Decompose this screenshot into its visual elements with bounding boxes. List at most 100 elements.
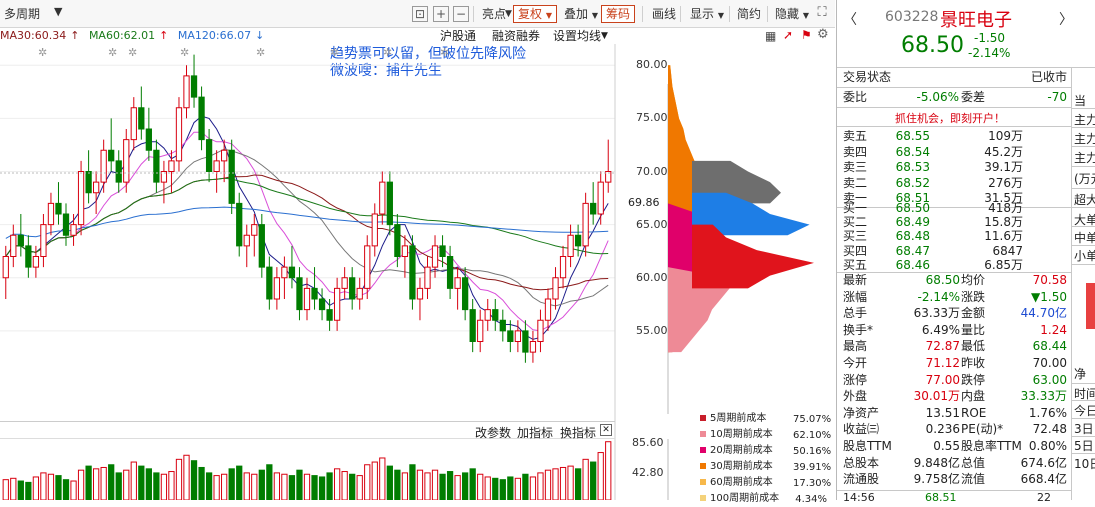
candle-down [115, 160, 122, 183]
fullscreen-icon[interactable]: ⛶ [814, 6, 830, 22]
change-params-button[interactable]: 改参数 [475, 424, 511, 441]
volume-bar [213, 475, 220, 500]
candle-up [123, 139, 130, 183]
cost-legend-item: 60周期前成本 [700, 475, 773, 491]
close-indicator-icon[interactable]: ✕ [600, 424, 612, 436]
quote-row: 涨停 77.00 跌停 63.00 [837, 373, 1071, 389]
hide-label: 隐藏 [775, 7, 800, 21]
simple-button[interactable]: 简约 [733, 5, 765, 23]
volume-bar [394, 469, 401, 500]
buy-order-volume: 6847 [992, 243, 1023, 258]
candle-up [416, 287, 424, 300]
switch-indicator-button[interactable]: 换指标 [560, 424, 596, 441]
volume-bar [273, 472, 281, 500]
candle-down [145, 128, 152, 151]
flag-icon[interactable]: ➚ [783, 28, 793, 42]
volume-bar [153, 472, 160, 500]
cost-legend-swatch [700, 415, 706, 421]
cost-legend-label: 60周期前成本 [710, 477, 773, 488]
quote-value-right: 70.58 [1032, 273, 1067, 287]
display-button[interactable]: 显示 ▼ [686, 5, 728, 23]
chip-axis-label: 60.00 [636, 270, 668, 284]
zoom-in-icon[interactable]: + [433, 6, 449, 22]
candle-up [477, 319, 484, 342]
quote-value-left: 9.758亿 [913, 472, 960, 487]
volume-bar [341, 471, 348, 500]
cost-legend-swatch [700, 431, 706, 437]
quote-row: 今开 71.12 昨收 70.00 [837, 356, 1071, 372]
zoom-out-icon[interactable]: − [453, 6, 469, 22]
candle-up [303, 287, 311, 311]
chips-button[interactable]: 筹码 [601, 5, 636, 23]
sell-order-row: 卖五 68.55 109万 [837, 129, 1071, 145]
period-selector[interactable]: 多周期 [0, 5, 44, 23]
volume-bar [484, 476, 491, 500]
side-label: 主力 [1074, 132, 1095, 146]
volume-bar [168, 471, 175, 500]
candle-up [454, 277, 461, 289]
candle-up [431, 245, 439, 268]
candle-down [522, 330, 529, 353]
volume-bar [364, 464, 371, 500]
event-marker: ✲ [38, 46, 47, 59]
event-marker: ✲ [440, 46, 449, 59]
quote-value-right: ▼1.50 [1031, 289, 1067, 304]
volume-bar [2, 479, 9, 500]
sell-order-row: 卖四 68.54 45.2万 [837, 145, 1071, 161]
volume-bar [529, 476, 537, 500]
period-dropdown-icon[interactable]: ▼ [50, 3, 66, 21]
cost-legend-item: 5周期前成本 [700, 411, 766, 427]
quote-label-right: 均价 [961, 273, 986, 287]
drawline-button[interactable]: 画线 [648, 5, 680, 23]
overlay-button[interactable]: 叠加 ▼ [560, 5, 602, 23]
settings-icon[interactable]: ⚙ [817, 27, 829, 42]
nav-next-icon[interactable]: 〉 [1059, 9, 1073, 29]
buy-order-row: 买四 68.47 6847 [837, 244, 1071, 260]
event-marker: ✲ [128, 46, 137, 59]
cost-legend-pct: 75.07% [793, 414, 832, 425]
buy-order-volume: 15.8万 [984, 214, 1023, 229]
promo-link[interactable]: 抓住机会，即刻开户！ [895, 110, 1005, 126]
event-marker: ✲ [330, 46, 339, 59]
volume-bar [32, 476, 40, 500]
candle-down [198, 96, 205, 141]
quote-panel: 〈 603228 景旺电子 〉 68.50 -1.50 -2.14% 交易状态 … [836, 0, 1095, 504]
signal-icon[interactable]: ⚑ [801, 28, 812, 42]
cost-legend-swatch [700, 447, 706, 453]
ma120-arrow-icon: ↓ [255, 29, 265, 42]
nav-prev-icon[interactable]: 〈 [843, 9, 857, 29]
hide-button[interactable]: 隐藏 ▼ [771, 5, 813, 23]
fuquan-button[interactable]: 复权 ▼ [513, 5, 557, 23]
quote-value-right: 44.70亿 [1020, 306, 1067, 321]
set-ma-link[interactable]: 设置均线 [553, 28, 601, 44]
volume-bar [115, 472, 122, 500]
add-indicator-button[interactable]: 加指标 [517, 424, 553, 441]
layout-icon[interactable]: ⊡ [412, 6, 428, 22]
volume-bar [349, 473, 356, 500]
volume-bar [145, 468, 152, 500]
quote-value-left: 71.12 [925, 356, 960, 370]
sell-order-volume: 39.1万 [984, 160, 1023, 174]
volume-bar [55, 475, 62, 500]
rzrq-link[interactable]: 融资融券 [492, 28, 540, 44]
volume-bar [175, 458, 183, 500]
side-label: 主力 [1074, 151, 1095, 165]
quote-label-left: 流通股 [843, 472, 880, 487]
hgt-link[interactable]: 沪股通 [440, 28, 476, 44]
buy-order-price: 68.49 [895, 214, 930, 229]
set-ma-dropdown-icon[interactable]: ▼ [601, 28, 608, 44]
quote-label-right: 涨跌 [961, 289, 986, 304]
volume-bar [266, 464, 273, 500]
sell-order-label: 卖五 [843, 129, 868, 143]
candle-down [258, 224, 265, 268]
cost-legend-pct: 17.30% [793, 478, 832, 489]
candle-down [25, 245, 32, 268]
cost-legend-label: 100周期前成本 [710, 493, 780, 504]
candle-up [213, 160, 220, 172]
grid-icon[interactable]: ▦ [765, 29, 776, 43]
quote-row: 净资产 13.51 ROE 1.76% [837, 406, 1071, 422]
quote-value-right: 668.4亿 [1020, 472, 1067, 487]
quote-label-left: 换手* [843, 322, 874, 337]
volume-bar [492, 477, 499, 500]
buy-order-volume: 6.85万 [984, 258, 1023, 273]
